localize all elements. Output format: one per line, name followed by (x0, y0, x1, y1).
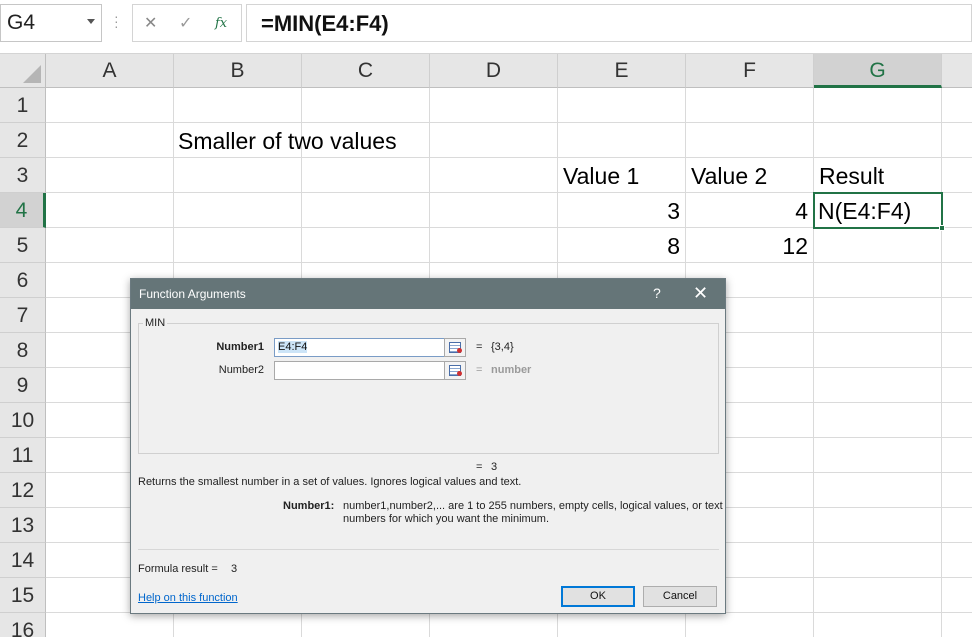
drag-handle-icon[interactable]: · · · (114, 9, 119, 33)
insert-function-icon[interactable]: fx (215, 16, 227, 31)
column-header-f[interactable]: F (686, 54, 814, 88)
formula-result-value: 3 (231, 563, 238, 575)
chevron-down-icon[interactable] (87, 19, 95, 24)
formula-result-label: Formula result = (138, 563, 218, 575)
overall-result: 3 (491, 461, 498, 473)
number2-result: number (491, 364, 532, 376)
row-header-5[interactable]: 5 (0, 228, 46, 263)
cell-g3[interactable]: Result (819, 159, 884, 194)
number2-equals: = (476, 364, 483, 376)
row-header-15[interactable]: 15 (0, 578, 46, 613)
number1-collapse-button[interactable] (444, 338, 466, 357)
formula-buttons: ✕ ✓ fx (132, 4, 242, 42)
number1-value: E4:F4 (278, 341, 308, 353)
cancel-button[interactable]: Cancel (643, 586, 717, 607)
divider (138, 549, 719, 550)
dialog-title: Function Arguments (139, 287, 246, 301)
number2-input[interactable] (274, 361, 466, 380)
ok-button[interactable]: OK (561, 586, 635, 607)
row-header-7[interactable]: 7 (0, 298, 46, 333)
gridline (46, 262, 972, 263)
row-header-3[interactable]: 3 (0, 158, 46, 193)
number1-label: Number1 (216, 341, 264, 353)
row-header-13[interactable]: 13 (0, 508, 46, 543)
row-header-12[interactable]: 12 (0, 473, 46, 508)
cancel-icon[interactable]: ✕ (144, 13, 157, 33)
range-select-icon (449, 342, 462, 353)
argument-description-name: Number1: (283, 500, 335, 512)
help-icon[interactable]: ? (653, 285, 661, 301)
row-header-2[interactable]: 2 (0, 123, 46, 158)
cell-e4[interactable]: 3 (560, 194, 680, 229)
row-header-16[interactable]: 16 (0, 613, 46, 637)
cell-f5[interactable]: 12 (688, 229, 808, 264)
column-header-a[interactable]: A (46, 54, 174, 88)
cell-e5[interactable]: 8 (560, 229, 680, 264)
column-header-c[interactable]: C (302, 54, 430, 88)
dialog-titlebar[interactable]: Function Arguments ? ✕ (131, 279, 725, 309)
column-header-e[interactable]: E (558, 54, 686, 88)
enter-icon[interactable]: ✓ (179, 13, 192, 33)
cell-b2[interactable]: Smaller of two values (178, 124, 397, 159)
function-arguments-dialog: Function Arguments ? ✕ MIN Number1 E4:F4… (130, 278, 726, 614)
gridline (46, 122, 972, 123)
gridline (813, 88, 814, 637)
column-header-g[interactable]: G (814, 54, 942, 88)
close-icon[interactable]: ✕ (693, 283, 708, 304)
number1-result: {3,4} (491, 341, 514, 353)
row-header-6[interactable]: 6 (0, 263, 46, 298)
row-header-8[interactable]: 8 (0, 333, 46, 368)
formula-text: =MIN(E4:F4) (261, 11, 389, 36)
row-header-11[interactable]: 11 (0, 438, 46, 473)
argument-description: number1,number2,... are 1 to 255 numbers… (343, 500, 723, 525)
name-box[interactable]: G4 (0, 4, 102, 42)
cell-f3[interactable]: Value 2 (691, 159, 767, 194)
fill-handle[interactable] (939, 225, 945, 231)
function-name: MIN (143, 317, 168, 329)
column-header-d[interactable]: D (430, 54, 558, 88)
number2-label: Number2 (218, 364, 264, 376)
column-header-h[interactable] (942, 54, 972, 88)
row-header-1[interactable]: 1 (0, 88, 46, 123)
number1-equals: = (476, 341, 483, 353)
active-cell-border (813, 192, 945, 231)
name-box-value: G4 (7, 11, 36, 34)
range-select-icon (449, 365, 462, 376)
function-description: Returns the smallest number in a set of … (138, 476, 522, 488)
row-header-9[interactable]: 9 (0, 368, 46, 403)
formula-input[interactable]: =MIN(E4:F4) (246, 4, 972, 42)
number2-collapse-button[interactable] (444, 361, 466, 380)
gridline (941, 88, 942, 637)
overall-equals: = (476, 461, 483, 473)
formula-bar: G4 · · · ✕ ✓ fx =MIN(E4:F4) (0, 0, 972, 54)
row-header-10[interactable]: 10 (0, 403, 46, 438)
select-all-button[interactable] (0, 54, 46, 88)
row-header-14[interactable]: 14 (0, 543, 46, 578)
number1-input[interactable]: E4:F4 (274, 338, 466, 357)
row-header-4[interactable]: 4 (0, 193, 46, 228)
help-on-function-link[interactable]: Help on this function (138, 592, 238, 604)
cell-f4[interactable]: 4 (688, 194, 808, 229)
column-header-b[interactable]: B (174, 54, 302, 88)
cell-e3[interactable]: Value 1 (563, 159, 639, 194)
